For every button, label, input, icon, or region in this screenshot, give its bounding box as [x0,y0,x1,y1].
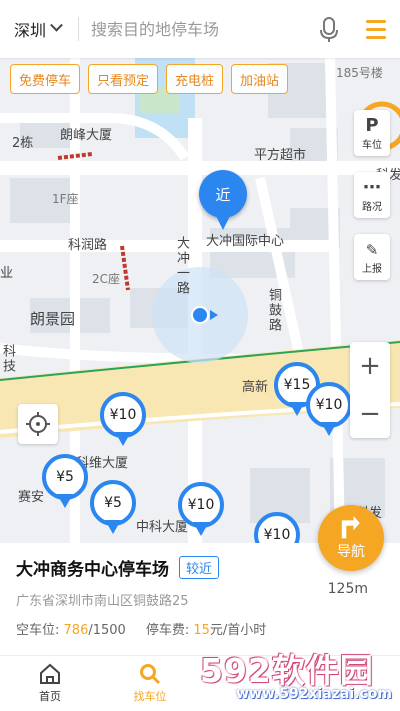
map-label: 科润路 [68,238,108,253]
report-label: 上报 [362,263,382,275]
report-button[interactable]: ✎ 上报 [354,234,390,280]
zoom-out-button[interactable]: − [350,390,390,438]
parking-layer-button[interactable]: P 车位 [354,110,390,156]
search-input[interactable] [79,9,314,49]
distance-tag: 较近 [179,556,220,579]
traffic-icon: ⋯ [363,176,381,198]
locate-button[interactable] [18,404,58,444]
traffic-button[interactable]: ⋯ 路况 [354,172,390,218]
map-label: 2栋 [12,136,34,151]
search-icon [140,664,161,685]
navigate-button[interactable]: 导航 [318,505,384,571]
tab-fourth[interactable] [300,656,400,711]
home-icon [40,663,60,684]
near-pin-label: 近 [199,170,247,218]
zoom-in-button[interactable]: + [350,342,390,390]
pin-tail [214,212,232,230]
map-view[interactable]: 185号楼 朗峰大厦 2栋 平方超市 科发 1F座 科润路 大冲一路 2C座 大… [0,58,400,543]
map-label: 1F座 [52,192,79,206]
crosshair-icon [26,412,50,436]
tab-find-parking[interactable]: 找车位 [100,656,200,711]
map-label: 高新 [242,380,269,395]
parking-icon: P [365,114,379,136]
map-label: 朗景园 [30,310,76,328]
microphone-icon[interactable] [314,9,344,49]
parking-layer-label: 车位 [362,139,382,151]
map-label: 铜鼓路 [266,288,281,333]
parking-price-pin[interactable]: ¥10 [254,512,300,543]
parking-price-pin[interactable]: ¥10 [178,482,224,540]
chevron-down-icon [50,18,63,32]
lot-distance: 125m [327,581,368,597]
map-label: 科技 [0,344,15,374]
filter-gas-station[interactable]: 加油站 [231,64,289,94]
filter-bookable[interactable]: 只看预定 [88,64,159,94]
tab-home[interactable]: 首页 [0,656,100,711]
tab-home-label: 首页 [39,690,61,703]
map-label: 业 [0,266,14,281]
lot-name: 大冲商务中心停车场 [16,560,169,580]
parking-price-pin[interactable]: ¥10 [100,392,146,450]
search-bar: 深圳 [0,0,400,58]
menu-icon[interactable] [352,0,400,58]
edit-icon: ✎ [365,240,379,259]
parking-price-pin[interactable]: ¥5 [42,454,88,512]
city-label: 深圳 [14,21,47,40]
city-selector[interactable]: 深圳 [0,17,78,41]
navigate-label: 导航 [337,544,365,560]
parking-price-pin[interactable]: ¥5 [90,480,136,538]
traffic-label: 路况 [362,201,382,213]
parking-price-pin[interactable]: ¥10 [306,382,352,440]
tab-third[interactable] [200,656,300,711]
map-label: 平方超市 [254,148,307,163]
filter-charging[interactable]: 充电桩 [166,64,224,94]
filter-chips: 免费停车 只看预定 充电桩 加油站 [10,64,289,94]
filter-free-parking[interactable]: 免费停车 [10,64,81,94]
map-label: 185号楼 [336,66,383,80]
tab-find-parking-label: 找车位 [133,690,167,703]
nearest-parking-pin[interactable]: 近 [199,170,247,234]
map-label: 赛安 [18,490,45,505]
turn-right-icon [341,515,360,539]
parking-fee: 停车费: 15元/首小时 [145,623,267,638]
bottom-tab-bar: 首页 找车位 [0,655,400,711]
map-label: 大冲一路 [174,236,189,296]
map-label: 2C座 [92,272,121,286]
pin-price: ¥10 [254,512,300,543]
zoom-control: + − [350,342,390,438]
free-spaces: 空车位: 786/1500 [16,623,126,638]
map-label: 朗峰大厦 [60,128,113,143]
